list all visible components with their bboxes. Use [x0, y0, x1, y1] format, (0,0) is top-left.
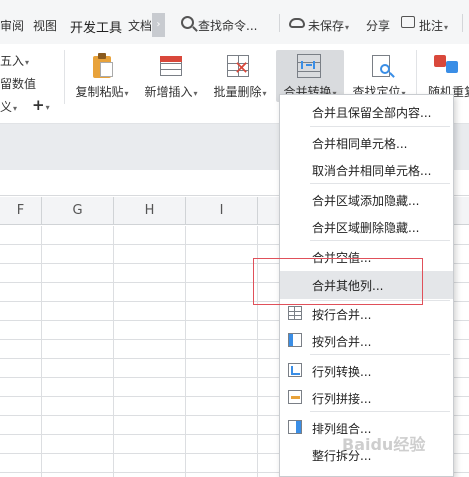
- menu-item-merge-remove-hidden[interactable]: 合并区域删除隐藏...: [280, 214, 453, 240]
- permutation-icon: [288, 420, 302, 434]
- transpose-icon: [288, 363, 302, 377]
- menu-item-merge-add-hidden[interactable]: 合并区域添加隐藏...: [280, 187, 453, 213]
- join-icon: [288, 390, 302, 404]
- random-repeat-icon: [434, 53, 460, 79]
- batch-delete-label: 批量删除: [213, 85, 262, 99]
- search-icon[interactable]: [181, 16, 194, 29]
- unsaved-status[interactable]: 未保存▾: [308, 17, 349, 34]
- delete-grid-icon: ✕: [225, 53, 251, 79]
- find-locate-icon: [370, 53, 396, 79]
- column-header-f[interactable]: F: [0, 197, 42, 225]
- copy-paste-label: 复制粘贴: [75, 85, 124, 99]
- plus-button[interactable]: +▾: [32, 96, 50, 114]
- menu-item-merge-keep-all[interactable]: 合并且保留全部内容...: [280, 99, 453, 125]
- menu-item-transpose[interactable]: 行列转换...: [280, 358, 453, 384]
- tab-scroll-button[interactable]: ›: [152, 13, 165, 37]
- custom-option[interactable]: 义▾: [0, 98, 17, 115]
- share-button[interactable]: 分享: [366, 17, 390, 34]
- menu-bar: 审阅 视图 开发工具 文档 › 查找命令... 未保存▾ 分享 批注▾: [0, 0, 469, 44]
- copy-paste-button[interactable]: 复制粘贴▾: [70, 50, 134, 102]
- menu-separator: [310, 354, 450, 355]
- merge-cells-icon: [296, 53, 322, 79]
- round-option[interactable]: 五入▾: [0, 52, 29, 69]
- tab-view[interactable]: 视图: [33, 17, 57, 34]
- paste-icon: [90, 53, 116, 79]
- comment-icon[interactable]: [401, 16, 415, 28]
- row-merge-icon: [288, 306, 302, 320]
- menu-separator: [310, 126, 450, 127]
- comment-button[interactable]: 批注▾: [419, 17, 448, 34]
- insert-label: 新增插入: [144, 85, 193, 99]
- highlight-annotation-box: [253, 258, 423, 305]
- insert-rows-icon: [158, 53, 184, 79]
- menu-item-merge-by-column[interactable]: 按列合并...: [280, 328, 453, 354]
- menu-separator: [310, 183, 450, 184]
- menu-item-unmerge-same-cells[interactable]: 取消合并相同单元格...: [280, 157, 453, 183]
- menu-item-merge-same-cells[interactable]: 合并相同单元格...: [280, 130, 453, 156]
- menu-separator: [310, 411, 450, 412]
- batch-delete-button[interactable]: ✕ 批量删除▾: [209, 50, 271, 102]
- column-header-i[interactable]: I: [186, 197, 258, 225]
- search-command-field[interactable]: 查找命令...: [198, 17, 257, 34]
- tab-developer[interactable]: 开发工具: [70, 17, 122, 36]
- keep-value-option[interactable]: 留数值: [0, 75, 36, 92]
- menubar-divider: [462, 14, 463, 32]
- menu-item-row-column-join[interactable]: 行列拼接...: [280, 385, 453, 411]
- tab-document[interactable]: 文档: [128, 17, 152, 34]
- cloud-icon[interactable]: [289, 18, 305, 28]
- column-header-g[interactable]: G: [42, 197, 114, 225]
- ribbon-separator: [64, 50, 65, 104]
- column-header-h[interactable]: H: [114, 197, 186, 225]
- tab-review[interactable]: 审阅: [0, 17, 24, 34]
- column-merge-icon: [288, 333, 302, 347]
- menu-separator: [310, 240, 450, 241]
- watermark: Baidu经验: [342, 435, 426, 454]
- insert-button[interactable]: 新增插入▾: [140, 50, 202, 102]
- menubar-divider: [279, 14, 280, 32]
